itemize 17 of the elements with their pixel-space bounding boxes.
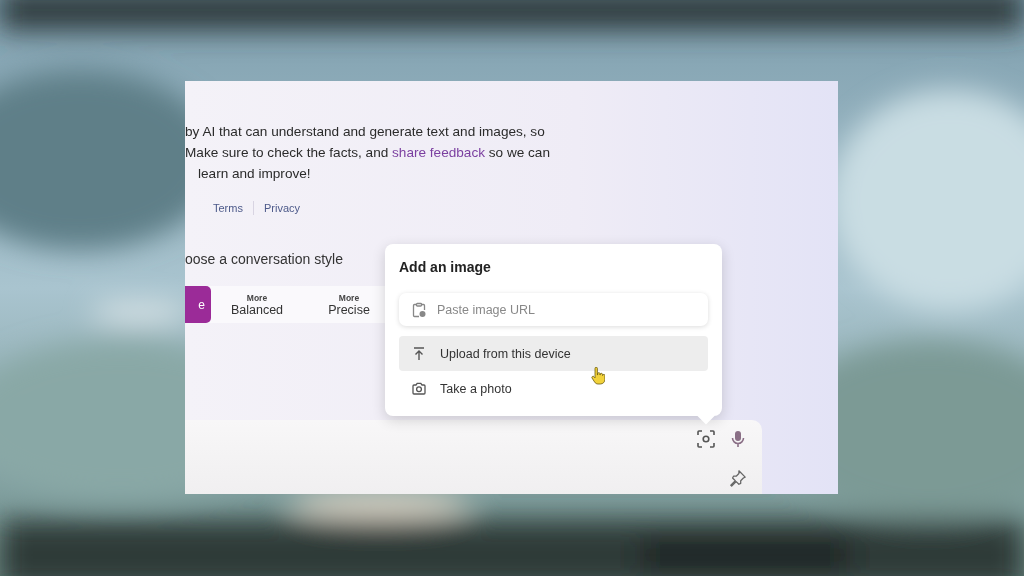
pin-icon[interactable]: [729, 469, 747, 487]
feedback-link[interactable]: share feedback: [392, 145, 485, 160]
menu-item[interactable]: Upload from this device: [399, 336, 708, 371]
popup-title: Add an image: [399, 259, 492, 275]
menu-item[interactable]: Take a photo: [399, 371, 708, 406]
style-option[interactable]: More Balanced: [211, 286, 303, 323]
hand-cursor-icon: [591, 367, 605, 385]
style-option[interactable]: e: [185, 286, 211, 323]
visual-search-icon[interactable]: [696, 429, 716, 449]
footer-link[interactable]: Privacy: [263, 202, 300, 214]
upload-icon: [411, 345, 427, 362]
section-heading: oose a conversation style: [185, 251, 343, 267]
camera-icon: [411, 380, 427, 397]
disclaimer-text: by AI that can understand and generate text and images, so Make sure to check the facts, and share feedback so we can learn and improve!: [185, 123, 551, 183]
chat-input-box[interactable]: [185, 420, 762, 494]
footer-link[interactable]: Terms: [213, 202, 243, 214]
image-url-field[interactable]: Paste image URL: [399, 293, 708, 326]
